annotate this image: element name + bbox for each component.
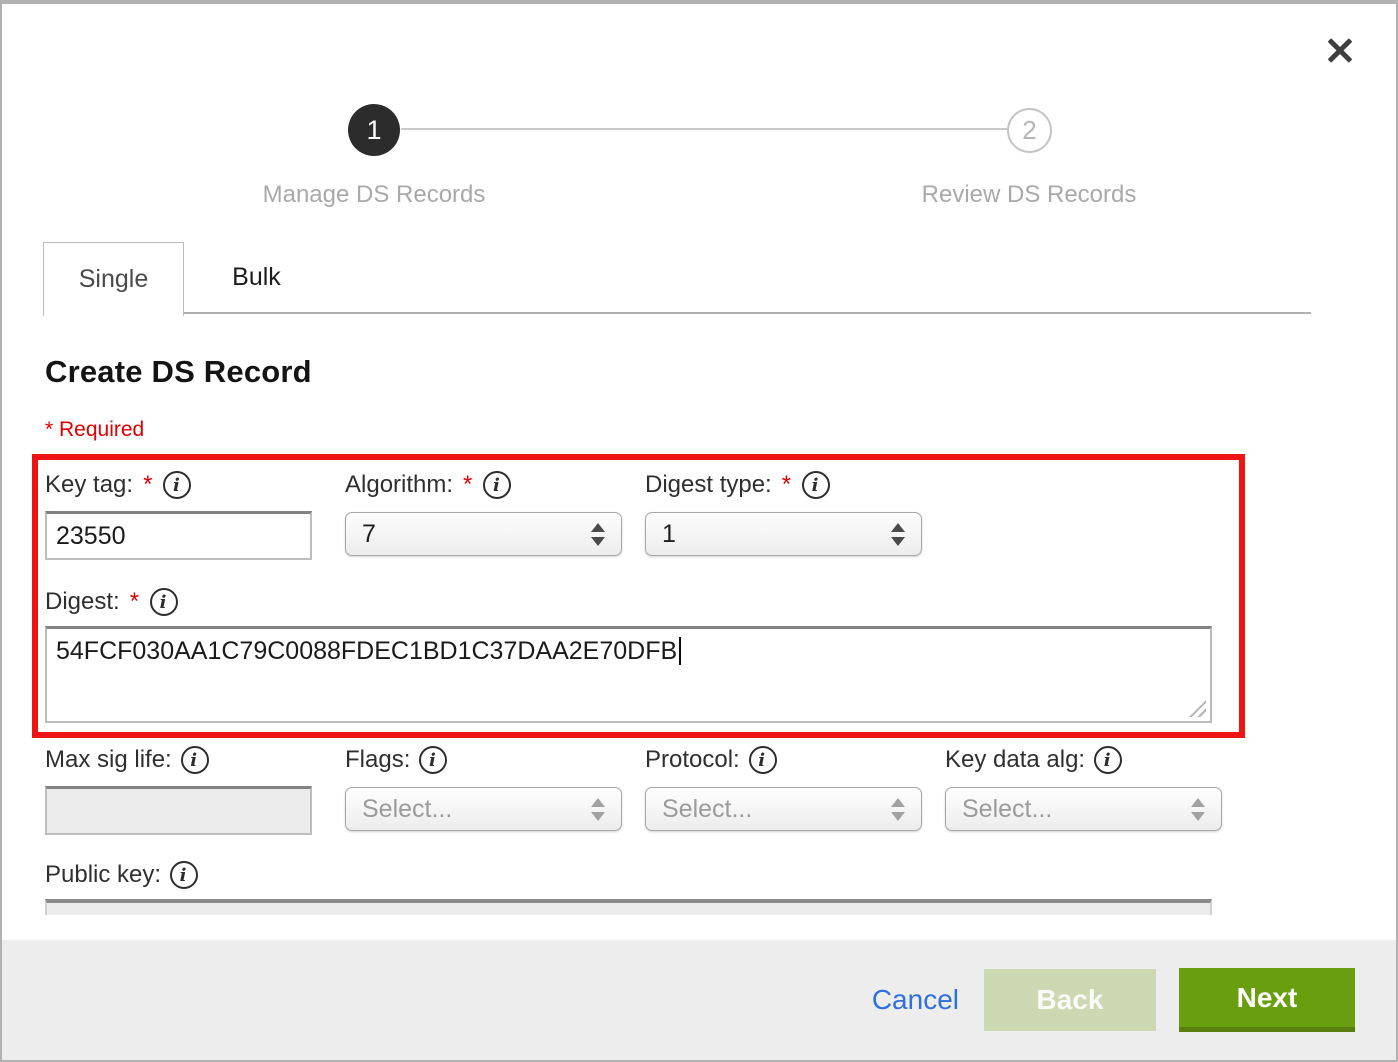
key-data-alg-selected-value: Select... (962, 795, 1052, 824)
tab-single[interactable]: Single (43, 242, 184, 316)
algorithm-select[interactable]: 7 (345, 512, 622, 556)
cancel-button[interactable]: Cancel (872, 984, 959, 1016)
public-key-field-group: Public key: i (45, 860, 1212, 915)
modal-footer: Cancel Back Next (2, 940, 1396, 1060)
key-tag-input[interactable] (45, 511, 312, 560)
info-icon[interactable]: i (1094, 746, 1122, 774)
max-sig-life-label: Max sig life: (45, 746, 172, 774)
create-ds-record-modal: 1 2 Manage DS Records Review DS Records … (0, 0, 1398, 1062)
flags-selected-value: Select... (362, 795, 452, 824)
algorithm-field-group: Algorithm: * i 7 (345, 470, 622, 556)
flags-label-row: Flags: i (345, 745, 622, 775)
key-data-alg-label-row: Key data alg: i (945, 745, 1222, 775)
public-key-textarea[interactable] (45, 899, 1212, 915)
select-arrows-icon (591, 523, 605, 546)
digest-type-field-group: Digest type: * i 1 (645, 470, 922, 556)
select-arrows-icon (591, 798, 605, 821)
info-icon[interactable]: i (483, 471, 511, 499)
protocol-select[interactable]: Select... (645, 787, 922, 831)
select-arrows-icon (891, 798, 905, 821)
digest-label-row: Digest: * i (45, 587, 1212, 617)
key-data-alg-field-group: Key data alg: i Select... (945, 745, 1222, 831)
info-icon[interactable]: i (181, 746, 209, 774)
protocol-selected-value: Select... (662, 795, 752, 824)
digest-type-label: Digest type: (645, 471, 772, 499)
required-asterisk: * (782, 471, 791, 499)
info-icon[interactable]: i (419, 746, 447, 774)
key-data-alg-select[interactable]: Select... (945, 787, 1222, 831)
next-button[interactable]: Next (1179, 968, 1355, 1032)
protocol-label-row: Protocol: i (645, 745, 922, 775)
max-sig-life-input[interactable] (45, 786, 312, 835)
flags-field-group: Flags: i Select... (345, 745, 622, 831)
select-arrows-icon (1191, 798, 1205, 821)
digest-label: Digest: (45, 588, 120, 616)
algorithm-label-row: Algorithm: * i (345, 470, 622, 500)
stepper-connector-line (401, 128, 1008, 130)
step-2-label: Review DS Records (922, 181, 1137, 209)
protocol-label: Protocol: (645, 746, 740, 774)
digest-type-selected-value: 1 (662, 520, 676, 549)
protocol-field-group: Protocol: i Select... (645, 745, 922, 831)
digest-field-group: Digest: * i 54FCF030AA1C79C0088FDEC1BD1C… (45, 587, 1212, 723)
algorithm-selected-value: 7 (362, 520, 376, 549)
key-tag-label: Key tag: (45, 471, 133, 499)
text-caret (679, 637, 681, 665)
digest-type-select[interactable]: 1 (645, 512, 922, 556)
required-asterisk: * (463, 471, 472, 499)
key-data-alg-label: Key data alg: (945, 746, 1085, 774)
key-tag-label-row: Key tag: * i (45, 470, 312, 500)
required-asterisk: * (130, 588, 139, 616)
info-icon[interactable]: i (802, 471, 830, 499)
back-button[interactable]: Back (984, 969, 1156, 1031)
info-icon[interactable]: i (749, 746, 777, 774)
key-tag-field-group: Key tag: * i (45, 470, 312, 560)
flags-label: Flags: (345, 746, 410, 774)
digest-type-label-row: Digest type: * i (645, 470, 922, 500)
flags-select[interactable]: Select... (345, 787, 622, 831)
max-sig-life-label-row: Max sig life: i (45, 745, 312, 775)
public-key-label-row: Public key: i (45, 860, 1212, 890)
page-title: Create DS Record (45, 354, 312, 390)
step-1-label: Manage DS Records (263, 181, 486, 209)
tab-bar: Single Bulk (43, 242, 1311, 316)
info-icon[interactable]: i (150, 588, 178, 616)
select-arrows-icon (891, 523, 905, 546)
info-icon[interactable]: i (170, 861, 198, 889)
close-icon[interactable] (1324, 34, 1356, 66)
tab-bulk[interactable]: Bulk (184, 242, 329, 314)
max-sig-life-field-group: Max sig life: i (45, 745, 312, 835)
info-icon[interactable]: i (163, 471, 191, 499)
digest-value: 54FCF030AA1C79C0088FDEC1BD1C37DAA2E70DFB (56, 637, 677, 665)
public-key-label: Public key: (45, 861, 161, 889)
algorithm-label: Algorithm: (345, 471, 453, 499)
required-note: * Required (45, 418, 144, 442)
required-asterisk: * (143, 471, 152, 499)
step-2-indicator: 2 (1007, 108, 1052, 153)
tab-bar-divider (329, 242, 1311, 314)
step-1-indicator: 1 (348, 104, 400, 156)
digest-textarea[interactable]: 54FCF030AA1C79C0088FDEC1BD1C37DAA2E70DFB (45, 626, 1212, 723)
resize-handle-icon[interactable] (1189, 700, 1206, 717)
